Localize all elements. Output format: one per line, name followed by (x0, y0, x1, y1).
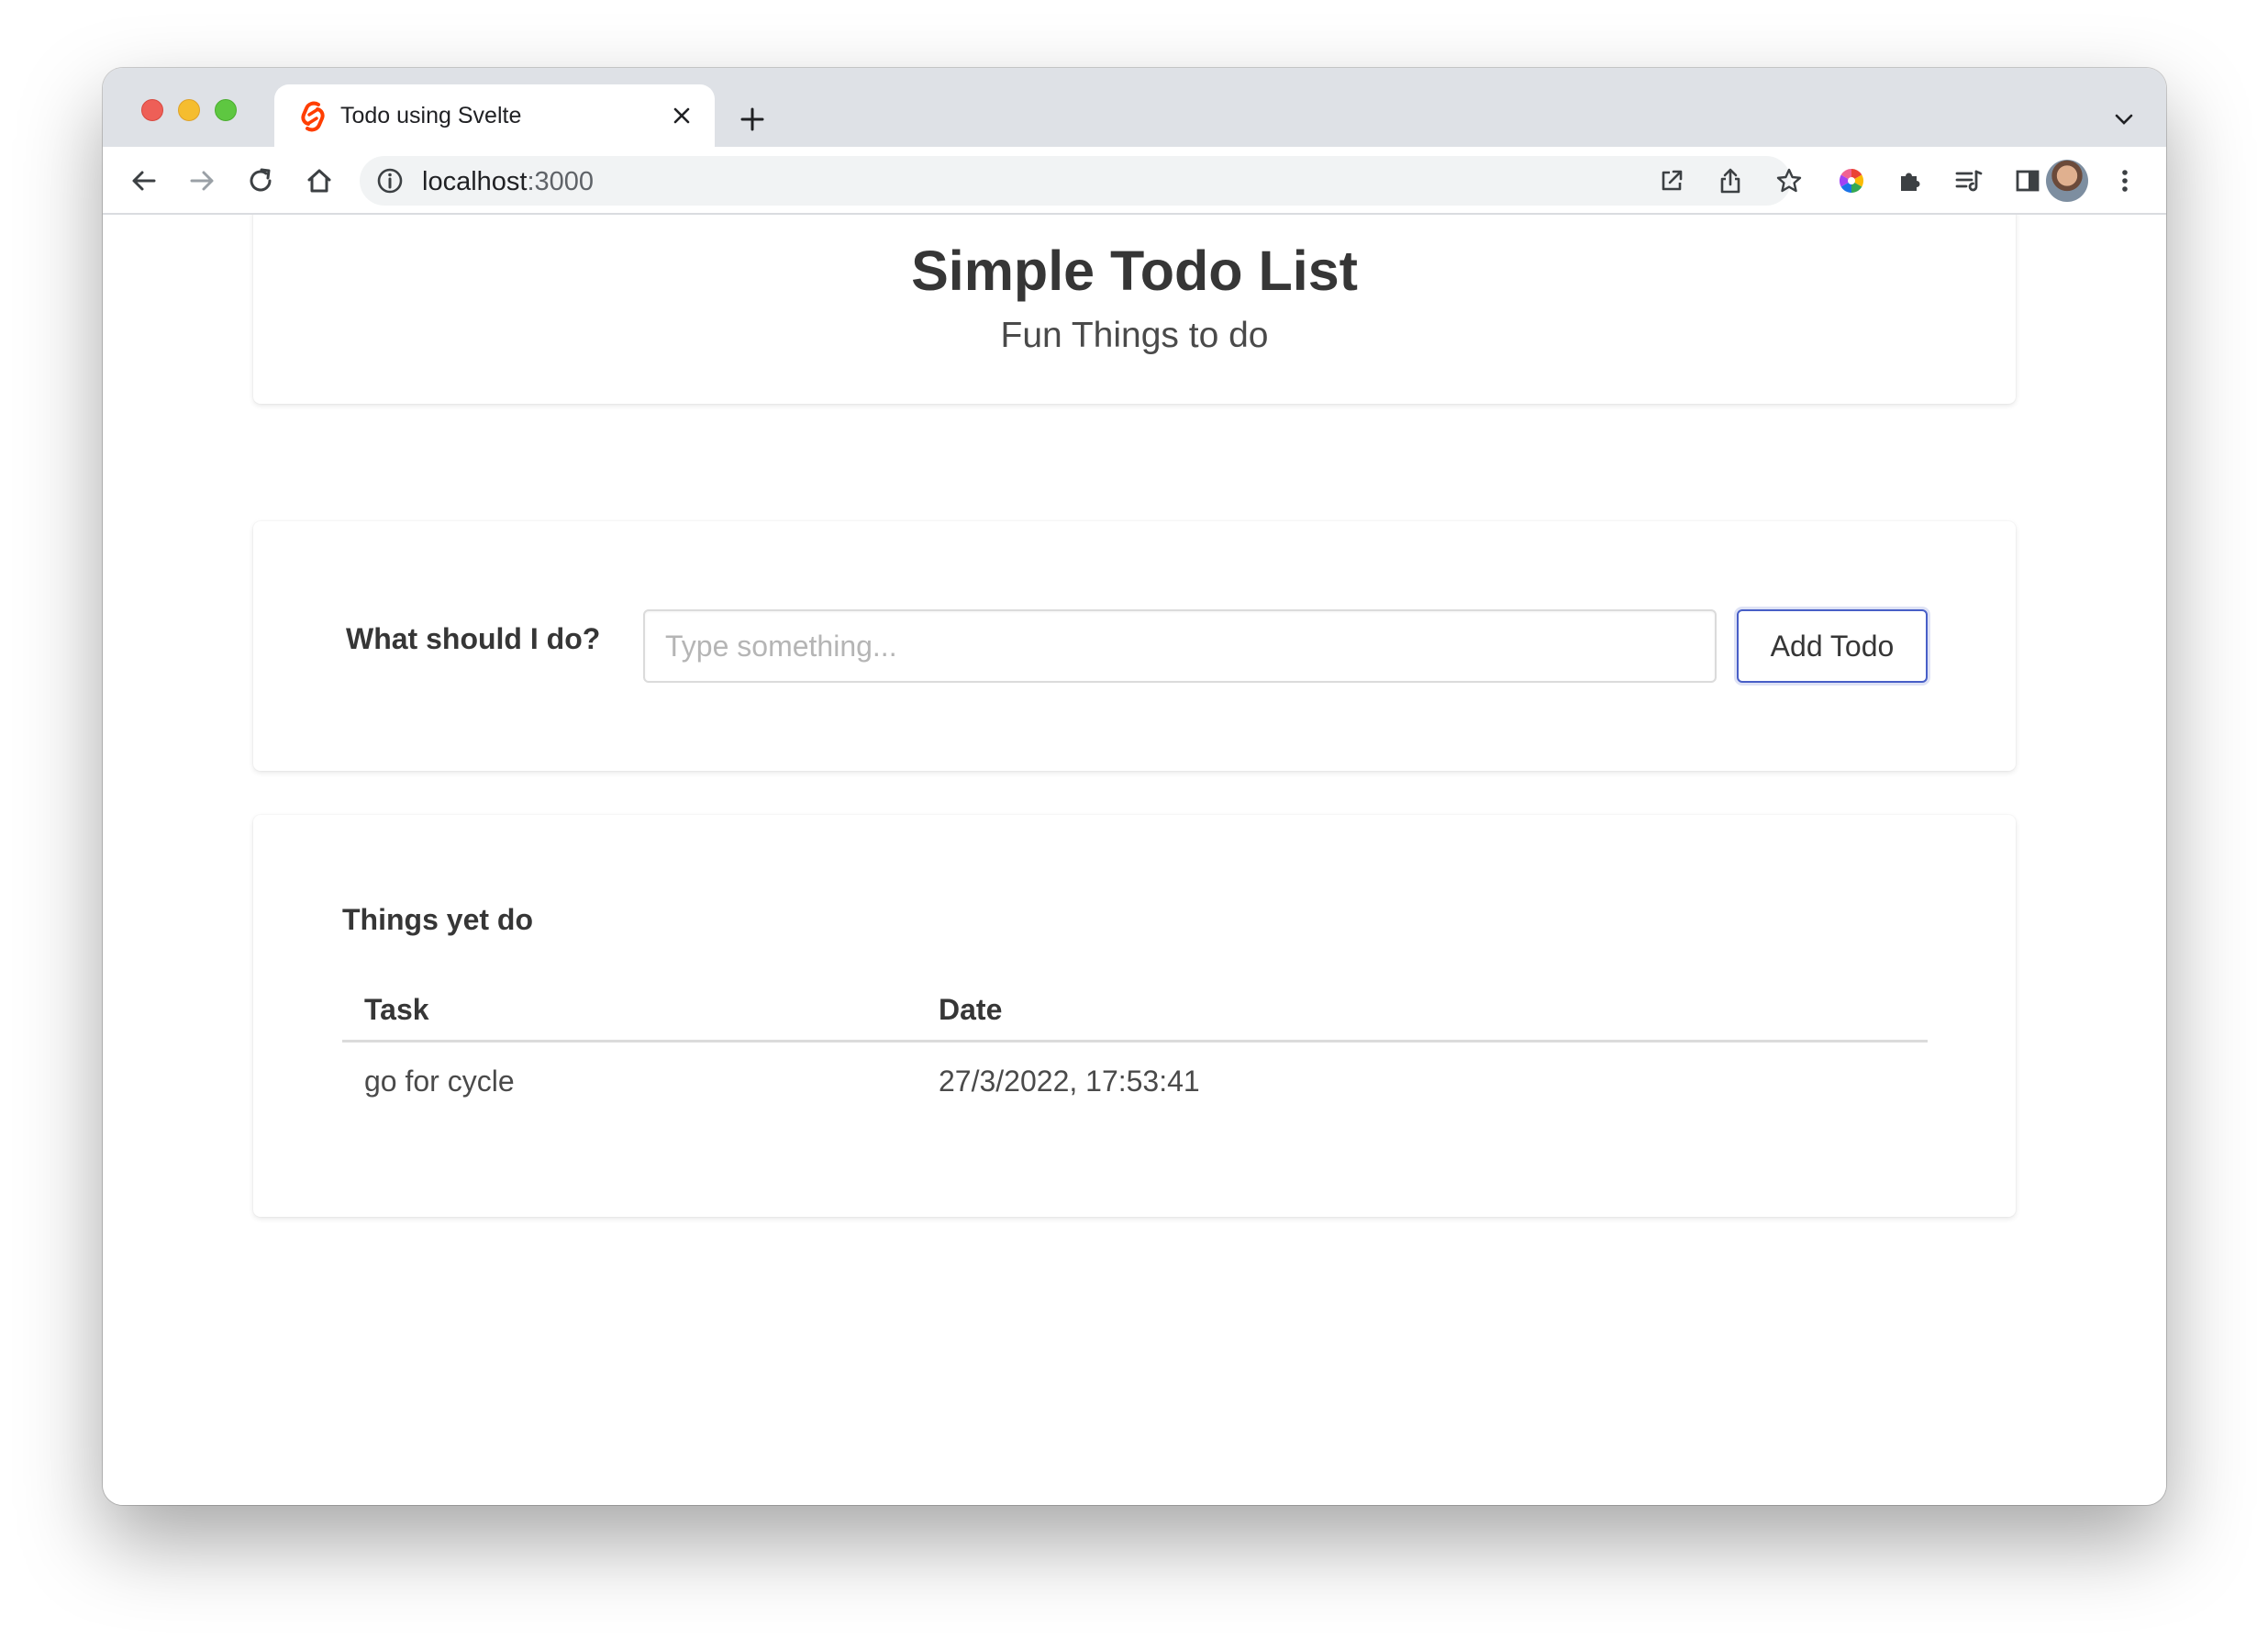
color-wheel-extension-icon[interactable] (1829, 159, 1873, 203)
todo-table: Task Date go for cycle 27/3/2022, 17:53:… (342, 986, 1928, 1111)
back-icon[interactable] (122, 159, 166, 203)
forward-icon[interactable] (180, 159, 224, 203)
table-row: go for cycle 27/3/2022, 17:53:41 (342, 1042, 1928, 1112)
profile-avatar[interactable] (2046, 160, 2088, 202)
svelte-icon (298, 101, 328, 132)
tab-title: Todo using Svelte (340, 103, 522, 128)
reading-list-icon[interactable] (1947, 159, 1991, 203)
open-external-icon[interactable] (1653, 162, 1690, 199)
home-icon[interactable] (297, 159, 341, 203)
url-host: localhost (422, 167, 528, 196)
share-icon[interactable] (1712, 162, 1749, 199)
date-cell: 27/3/2022, 17:53:41 (939, 1065, 1200, 1098)
bookmark-star-icon[interactable] (1771, 162, 1807, 199)
header-card: Simple Todo List Fun Things to do (253, 215, 2016, 404)
new-tab-icon[interactable] (734, 101, 771, 138)
close-window-button[interactable] (141, 99, 163, 121)
column-header-date: Date (917, 986, 1928, 1042)
browser-tab[interactable]: Todo using Svelte (274, 84, 715, 147)
list-title: Things yet do (342, 903, 533, 936)
table-header-row: Task Date (342, 986, 1928, 1042)
extensions-puzzle-icon[interactable] (1888, 159, 1932, 203)
address-bar[interactable]: localhost:3000 (360, 156, 1802, 206)
browser-window: Todo using Svelte localhost:3000 Simple … (103, 68, 2166, 1505)
add-todo-button[interactable]: Add Todo (1737, 609, 1928, 683)
todo-form-card: What should I do? Add Todo (253, 521, 2016, 771)
todo-list-card: Things yet do Task Date go for cycle 27/… (253, 815, 2016, 1217)
reload-icon[interactable] (239, 159, 283, 203)
maximize-window-button[interactable] (215, 99, 237, 121)
chevron-down-icon[interactable] (2106, 101, 2142, 138)
page-title: Simple Todo List (911, 240, 1358, 302)
url-port: :3000 (527, 167, 595, 196)
todo-input[interactable] (643, 609, 1717, 683)
close-tab-icon[interactable] (665, 99, 698, 132)
page-subtitle: Fun Things to do (1000, 316, 1269, 355)
todo-input-label: What should I do? (346, 622, 601, 655)
browser-toolbar: localhost:3000 (103, 147, 2166, 215)
task-cell: go for cycle (364, 1065, 515, 1098)
url-text[interactable]: localhost:3000 (422, 167, 594, 197)
column-header-task: Task (342, 986, 917, 1042)
page-content: Simple Todo List Fun Things to do What s… (103, 215, 2166, 1505)
tab-strip: Todo using Svelte (103, 68, 2166, 147)
side-panel-icon[interactable] (2006, 159, 2050, 203)
info-icon[interactable] (376, 167, 404, 195)
menu-kebab-icon[interactable] (2103, 159, 2147, 203)
minimize-window-button[interactable] (178, 99, 200, 121)
